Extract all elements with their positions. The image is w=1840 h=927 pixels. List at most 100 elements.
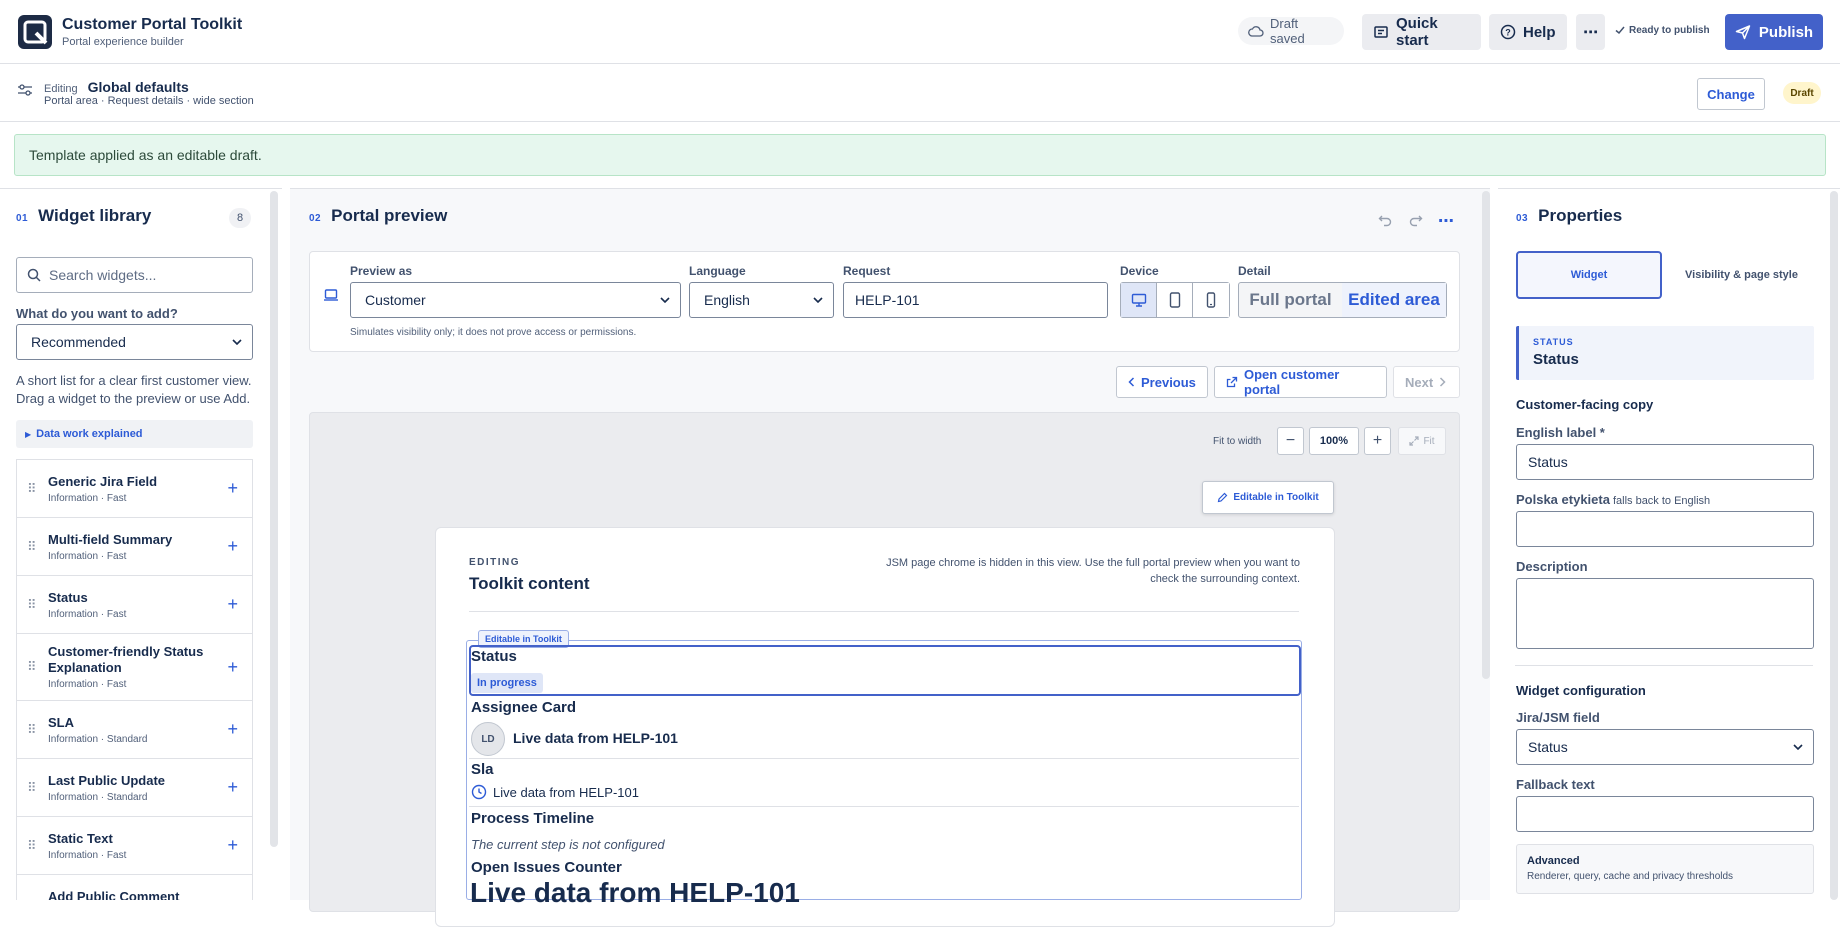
properties-scrollbar[interactable] [1830, 191, 1838, 900]
drag-handle-icon[interactable]: ⠿ [27, 481, 36, 497]
card-divider [469, 611, 1299, 612]
open-customer-portal-button[interactable]: Open customer portal [1214, 366, 1387, 398]
add-widget-icon[interactable]: + [227, 777, 238, 798]
device-toggle [1120, 282, 1230, 318]
add-widget-icon[interactable]: + [227, 594, 238, 615]
external-link-icon [1226, 376, 1238, 388]
language-select[interactable]: English [689, 282, 834, 318]
field-select[interactable]: Status [1516, 729, 1814, 765]
preview-more-icon[interactable]: ⋯ [1438, 211, 1454, 231]
widget-item-last-public-update[interactable]: ⠿ Last Public Update Information · Standa… [17, 759, 252, 817]
quick-start-icon [1373, 24, 1389, 40]
english-label-value: Status [1528, 454, 1568, 470]
add-widget-icon[interactable]: + [227, 835, 238, 856]
filter-label: What do you want to add? [16, 306, 178, 321]
preview-as-select[interactable]: Customer [350, 282, 681, 318]
undo-icon[interactable] [1378, 213, 1392, 227]
polish-hint: falls back to English [1612, 495, 1711, 507]
section-number: 01 [16, 213, 29, 224]
widget-item-static-text[interactable]: ⠿ Static Text Information · Fast + [17, 817, 252, 875]
polish-label: Polska etykieta [1516, 492, 1610, 507]
config-heading: Widget configuration [1516, 683, 1646, 698]
data-work-explained-toggle[interactable]: ▶ Data work explained [16, 420, 253, 448]
more-actions-button[interactable]: ⋯ [1576, 14, 1605, 50]
widget-item-status[interactable]: ⠿ Status Information · Fast + [17, 576, 252, 634]
mobile-device-button[interactable] [1193, 283, 1229, 317]
widget-item-customer-friendly-status[interactable]: ⠿ Customer-friendly Status Explanation In… [17, 634, 252, 701]
ready-label: Ready to publish [1629, 24, 1710, 36]
drag-handle-icon[interactable]: ⠿ [27, 539, 36, 555]
chevron-down-icon [232, 339, 242, 345]
editable-in-toolkit-tag[interactable]: Editable in Toolkit [1202, 481, 1334, 514]
preview-title: Portal preview [331, 206, 448, 225]
card-title: Toolkit content [469, 574, 590, 593]
english-label-input[interactable]: Status [1516, 444, 1814, 480]
tab-widget[interactable]: Widget [1516, 251, 1662, 299]
draft-saved-label: Draft saved [1270, 16, 1305, 46]
help-label: Help [1523, 23, 1556, 41]
divider [1515, 665, 1813, 666]
add-widget-icon[interactable]: + [227, 478, 238, 499]
widget-meta: Information · Fast [48, 849, 127, 861]
desktop-device-button[interactable] [1121, 283, 1157, 317]
drag-handle-icon[interactable]: ⠿ [27, 838, 36, 854]
advanced-subtitle: Renderer, query, cache and privacy thres… [1527, 871, 1734, 882]
drag-handle-icon[interactable]: ⠿ [27, 722, 36, 738]
polish-label-input[interactable] [1516, 511, 1814, 547]
change-scope-button[interactable]: Change [1697, 78, 1765, 110]
tab-visibility[interactable]: Visibility & page style [1670, 251, 1813, 299]
editable-tag-label: Editable in Toolkit [1233, 492, 1319, 503]
help-button[interactable]: ? Help [1489, 14, 1567, 50]
next-label: Next [1405, 374, 1434, 390]
widget-name: Add Public Comment [48, 889, 180, 900]
quick-start-button[interactable]: Quick start [1362, 14, 1481, 50]
widget-item-generic-jira-field[interactable]: ⠿ Generic Jira Field Information · Fast + [17, 460, 252, 518]
desktop-icon [1131, 293, 1146, 307]
fallback-text-input[interactable] [1516, 796, 1814, 832]
zoom-in-button[interactable]: + [1364, 427, 1391, 455]
more-icon: ⋯ [1583, 24, 1598, 41]
preview-header: 02 Portal preview [309, 206, 447, 226]
preview-scrollbar[interactable] [1482, 191, 1490, 679]
tablet-device-button[interactable] [1157, 283, 1193, 317]
redo-icon[interactable] [1409, 213, 1423, 227]
fit-button[interactable]: Fit [1398, 427, 1446, 455]
help-icon: ? [1500, 24, 1516, 40]
drag-handle-icon[interactable]: ⠿ [27, 597, 36, 613]
library-scrollbar[interactable] [270, 191, 278, 847]
search-icon [27, 268, 41, 282]
selected-status-widget[interactable] [469, 645, 1301, 696]
widget-meta: Information · Fast [48, 550, 127, 562]
search-placeholder: Search widgets... [49, 267, 157, 283]
widget-item-sla[interactable]: ⠿ SLA Information · Standard + [17, 701, 252, 759]
device-label: Device [1120, 264, 1159, 278]
previous-button[interactable]: Previous [1116, 366, 1208, 398]
fit-label: Fit [1423, 435, 1435, 447]
add-widget-icon[interactable]: + [227, 657, 238, 678]
request-input[interactable]: HELP-101 [843, 282, 1108, 318]
next-button[interactable]: Next [1393, 366, 1460, 398]
zoom-level[interactable]: 100% [1309, 427, 1359, 455]
add-widget-icon[interactable]: + [227, 719, 238, 740]
add-widget-icon[interactable]: + [227, 536, 238, 557]
edited-area-option[interactable]: Edited area [1342, 283, 1446, 317]
zoom-out-button[interactable]: − [1277, 427, 1304, 455]
widget-item-add-public-comment[interactable]: Add Public Comment [17, 875, 252, 900]
search-input[interactable]: Search widgets... [16, 257, 253, 293]
app-logo-icon [18, 15, 52, 49]
drag-handle-icon[interactable]: ⠿ [27, 659, 36, 675]
sliders-icon [17, 83, 33, 97]
drag-handle-icon[interactable]: ⠿ [27, 780, 36, 796]
preview-hint: Simulates visibility only; it does not p… [350, 327, 637, 338]
chevron-left-icon [1128, 377, 1135, 387]
full-portal-option[interactable]: Full portal [1239, 283, 1342, 317]
advanced-section[interactable]: Advanced Renderer, query, cache and priv… [1516, 844, 1814, 894]
description-textarea[interactable] [1516, 578, 1814, 649]
assignee-value: Live data from HELP-101 [513, 730, 678, 746]
selected-widget-name: Status [1533, 351, 1579, 368]
filter-select[interactable]: Recommended [16, 324, 253, 360]
widget-item-multi-field-summary[interactable]: ⠿ Multi-field Summary Information · Fast … [17, 518, 252, 576]
notice-banner: Template applied as an editable draft. [14, 134, 1826, 176]
publish-button[interactable]: Publish [1725, 14, 1823, 50]
avatar: LD [471, 722, 505, 756]
